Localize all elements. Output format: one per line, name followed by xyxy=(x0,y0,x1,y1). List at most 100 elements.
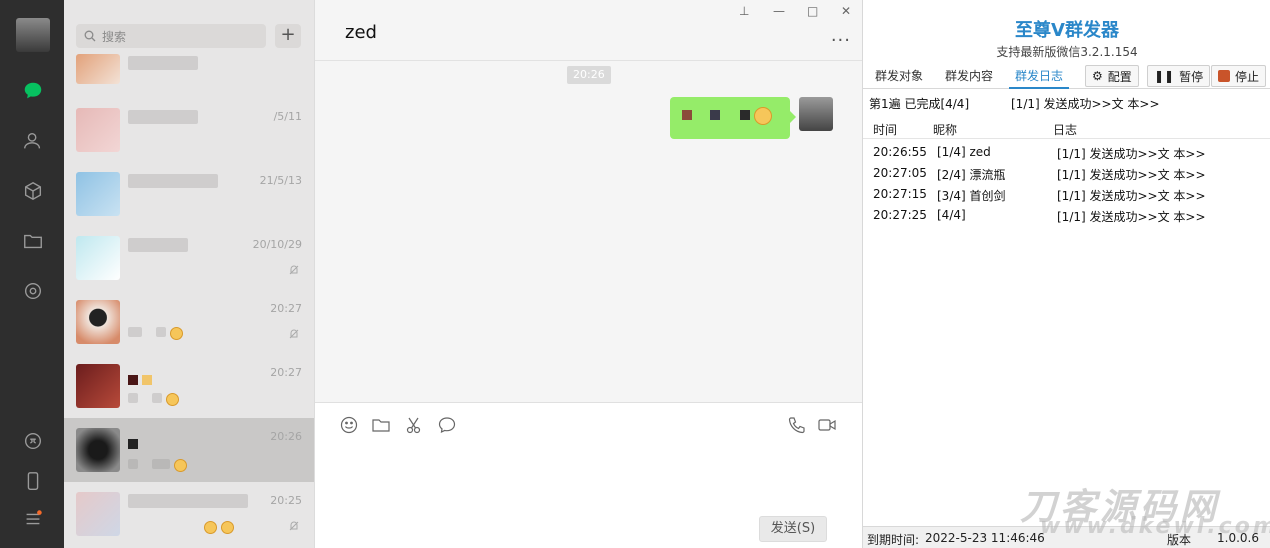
tab-log[interactable]: 群发日志 xyxy=(1009,67,1070,89)
send-button[interactable]: 发送(S) xyxy=(759,516,827,542)
chat-list-item-selected[interactable]: 20:26 xyxy=(64,418,314,482)
screenshot-icon[interactable] xyxy=(405,415,425,435)
voice-call-icon[interactable] xyxy=(787,415,807,435)
message-bubble[interactable] xyxy=(670,97,796,139)
contact-avatar xyxy=(76,172,120,216)
search-input[interactable]: 搜索 xyxy=(76,24,266,48)
row-log: [1/1] 发送成功>>文 本>> xyxy=(1057,147,1206,161)
expire-label: 到期时间: xyxy=(867,533,920,547)
emoji-picker-icon[interactable] xyxy=(339,415,359,435)
watermark-url: www.dkewl.com xyxy=(1040,514,1270,539)
chat-time: /5/11 xyxy=(273,110,302,123)
contact-name xyxy=(128,174,218,188)
contact-avatar xyxy=(76,236,120,280)
mute-icon xyxy=(289,521,299,531)
chat-time: 20:25 xyxy=(270,494,302,507)
contact-name xyxy=(128,56,198,70)
message-preview xyxy=(128,458,208,472)
emoji-icon xyxy=(220,521,234,534)
minimize-icon[interactable]: — xyxy=(773,4,785,18)
chat-list-item[interactable]: 20:27 xyxy=(64,290,314,354)
add-chat-button[interactable]: + xyxy=(275,24,301,48)
row-time: 20:26:55 xyxy=(873,145,927,159)
message-timestamp: 20:26 xyxy=(567,66,611,84)
more-icon[interactable]: ··· xyxy=(831,30,851,51)
chat-list-item[interactable]: 20:27 xyxy=(64,354,314,418)
contact-avatar xyxy=(76,300,120,344)
message-input-area[interactable]: 发送(S) xyxy=(315,402,863,548)
row-time: 20:27:25 xyxy=(873,208,927,222)
user-avatar[interactable] xyxy=(16,18,50,52)
contact-avatar xyxy=(76,364,120,408)
emoji-icon xyxy=(204,521,217,534)
file-icon[interactable] xyxy=(371,415,391,435)
column-nickname: 昵称 xyxy=(933,123,958,137)
panel-subtitle: 支持最新版微信3.2.1.154 xyxy=(996,45,1138,59)
mute-icon xyxy=(289,265,299,275)
mute-icon xyxy=(289,329,299,339)
table-row: 20:27:15 [3/4] 首创剑 [1/1] 发送成功>>文 本>> xyxy=(863,184,1270,205)
table-row: 20:27:05 [2/4] 漂流瓶 [1/1] 发送成功>>文 本>> xyxy=(863,163,1270,184)
emoji-icon xyxy=(165,393,179,406)
chat-list: 搜索 + /5/11 21/5/13 20/10/29 20:27 20:27 xyxy=(64,0,314,548)
chat-list-item[interactable]: 21/5/13 xyxy=(64,162,314,226)
contact-name xyxy=(128,110,198,124)
row-nickname: [4/4] xyxy=(937,208,966,222)
chat-list-item[interactable]: 20:25 xyxy=(64,482,314,546)
my-avatar[interactable] xyxy=(799,97,833,131)
chat-list-item[interactable] xyxy=(64,50,314,90)
phone-icon[interactable] xyxy=(20,468,46,494)
folder-icon[interactable] xyxy=(20,228,46,254)
stop-button[interactable]: 停止 xyxy=(1211,65,1267,87)
contact-avatar xyxy=(76,108,120,152)
pause-icon: ❚❚ xyxy=(1154,69,1175,83)
search-placeholder: 搜索 xyxy=(102,29,127,44)
chat-list-item[interactable]: /5/11 xyxy=(64,98,314,162)
config-label: 配置 xyxy=(1107,69,1132,84)
favorites-icon[interactable] xyxy=(20,178,46,204)
row-nickname: [3/4] 首创剑 xyxy=(937,189,1006,203)
row-time: 20:27:15 xyxy=(873,187,927,201)
maximize-icon[interactable]: □ xyxy=(807,4,818,18)
row-log: [1/1] 发送成功>>文 本>> xyxy=(1057,210,1206,224)
chat-history-icon[interactable] xyxy=(437,415,457,435)
emoji-icon xyxy=(754,107,772,125)
emoji-icon xyxy=(173,459,187,472)
chat-icon[interactable] xyxy=(20,78,46,104)
pin-icon[interactable]: ⊥ xyxy=(739,4,749,18)
stop-icon xyxy=(1218,70,1230,82)
tab-content[interactable]: 群发内容 xyxy=(945,67,993,84)
menu-icon[interactable] xyxy=(20,506,46,532)
column-time: 时间 xyxy=(873,123,898,137)
mass-send-panel: 至尊V群发器 支持最新版微信3.2.1.154 群发对象 群发内容 群发日志 ⚙… xyxy=(862,0,1270,548)
close-icon[interactable]: ✕ xyxy=(841,4,851,18)
stop-label: 停止 xyxy=(1235,69,1260,84)
contact-avatar xyxy=(76,428,120,472)
contacts-icon[interactable] xyxy=(20,128,46,154)
pause-button[interactable]: ❚❚ 暂停 xyxy=(1147,65,1211,87)
video-call-icon[interactable] xyxy=(817,415,837,435)
message-preview xyxy=(128,438,208,450)
message-preview xyxy=(204,520,264,534)
chat-list-item[interactable]: 20/10/29 xyxy=(64,226,314,290)
emoji-icon xyxy=(169,327,183,340)
row-time: 20:27:05 xyxy=(873,166,927,180)
chat-time: 20:26 xyxy=(270,430,302,443)
gear-icon: ⚙ xyxy=(1092,69,1103,83)
row-log: [1/1] 发送成功>>文 本>> xyxy=(1057,168,1206,182)
message-preview xyxy=(128,374,208,386)
contact-name xyxy=(128,238,188,252)
nav-rail xyxy=(0,0,64,548)
tab-targets[interactable]: 群发对象 xyxy=(875,67,923,84)
mini-program-icon[interactable] xyxy=(20,428,46,454)
config-button[interactable]: ⚙ 配置 xyxy=(1085,65,1139,87)
contact-avatar xyxy=(76,492,120,536)
table-row: 20:26:55 [1/4] zed [1/1] 发送成功>>文 本>> xyxy=(863,142,1270,163)
expire-value: 2022-5-23 11:46:46 xyxy=(925,531,1045,545)
chat-time: 20:27 xyxy=(270,302,302,315)
chat-title: zed xyxy=(345,22,377,43)
panel-tabs: 群发对象 群发内容 群发日志 ⚙ 配置 ❚❚ 暂停 停止 xyxy=(863,63,1270,89)
chat-time: 21/5/13 xyxy=(259,174,302,187)
moments-icon[interactable] xyxy=(20,278,46,304)
table-row: 20:27:25 [4/4] [1/1] 发送成功>>文 本>> xyxy=(863,205,1270,226)
